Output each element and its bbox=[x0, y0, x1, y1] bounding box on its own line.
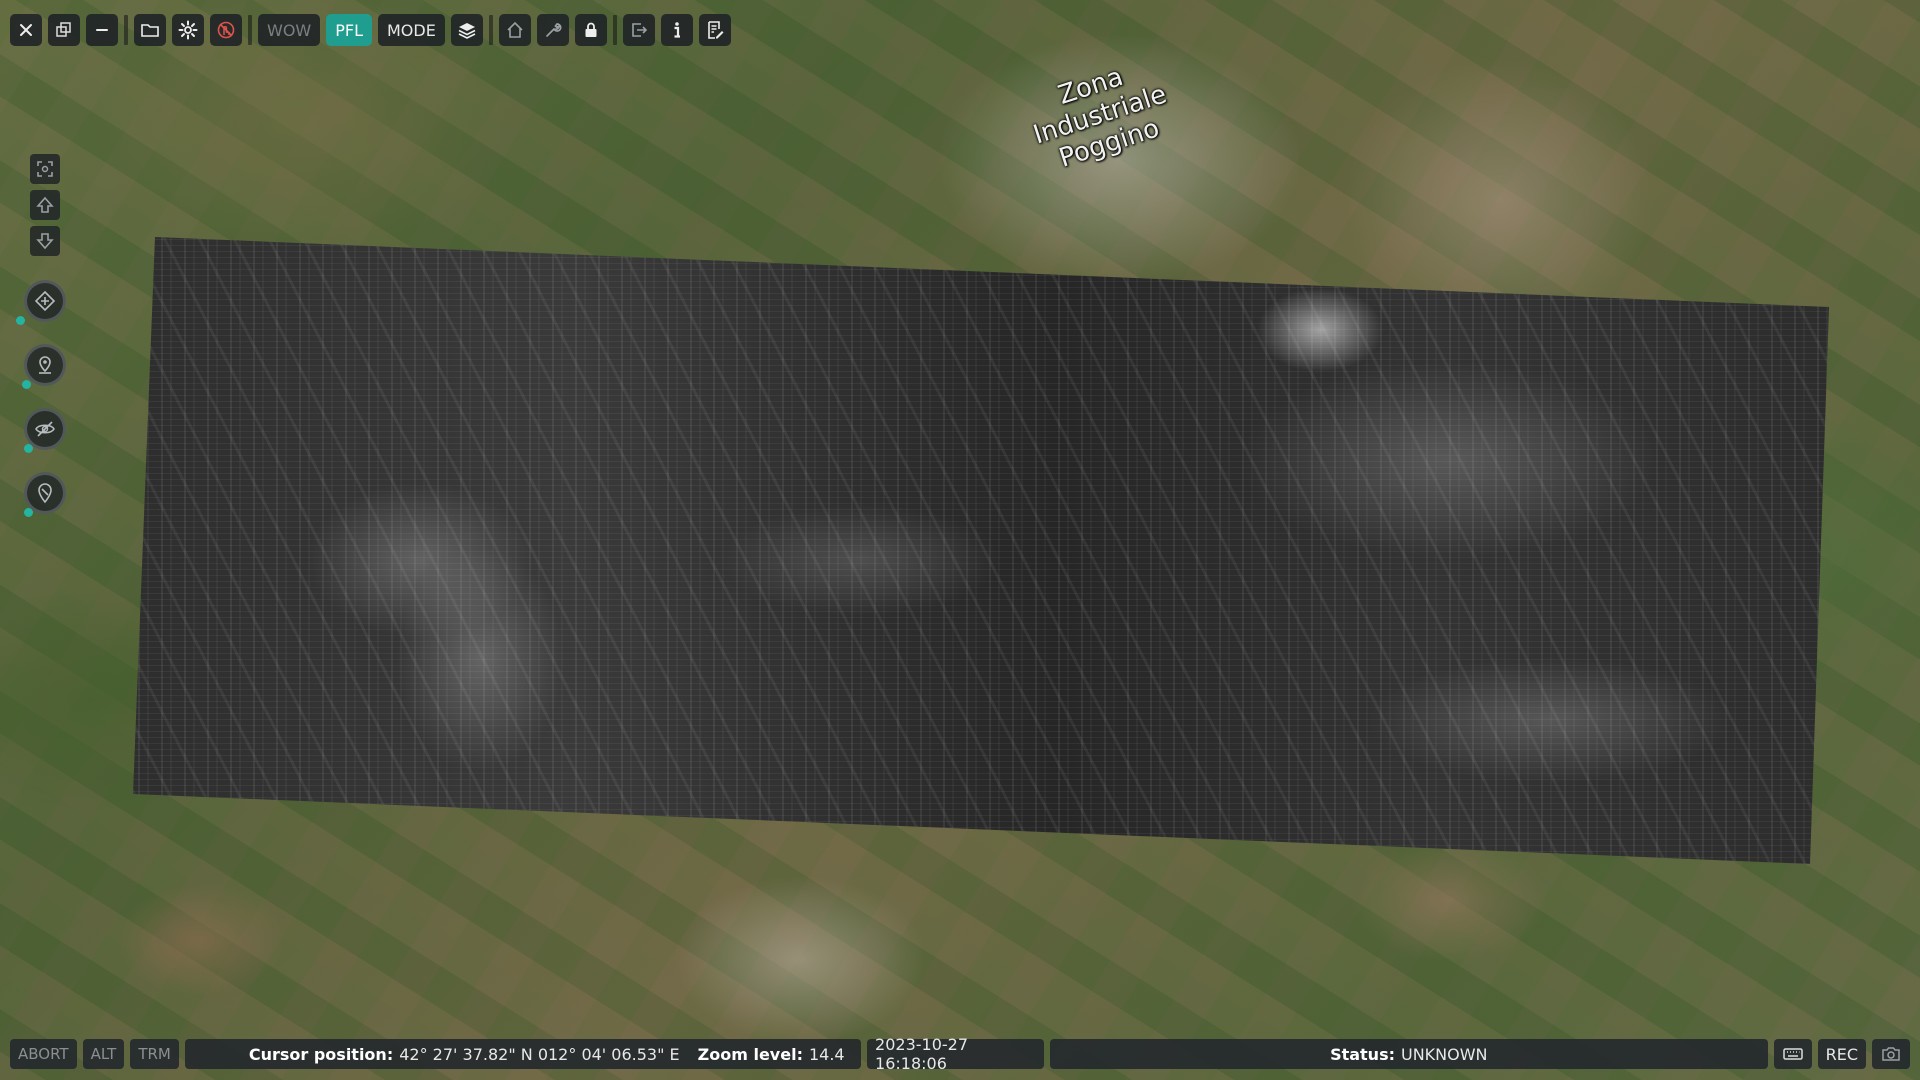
arrow-up-icon bbox=[36, 196, 54, 213]
cursor-zoom-panel: Cursor position: 42° 27' 37.82" N 012° 0… bbox=[184, 1039, 862, 1069]
lock-icon bbox=[585, 22, 597, 37]
task-list-button[interactable] bbox=[698, 14, 731, 46]
close-button[interactable] bbox=[10, 14, 42, 46]
minimize-button[interactable] bbox=[86, 14, 118, 46]
info-icon bbox=[674, 22, 680, 38]
restore-window-button[interactable] bbox=[48, 14, 80, 46]
top-toolbar: WOW PFL MODE bbox=[10, 12, 731, 48]
screenshot-button[interactable] bbox=[1872, 1039, 1910, 1069]
layers-button[interactable] bbox=[450, 14, 483, 46]
close-icon bbox=[20, 24, 32, 36]
pfl-button[interactable]: PFL bbox=[326, 14, 372, 46]
abort-button[interactable]: ABORT bbox=[10, 1039, 77, 1069]
fit-view-button[interactable] bbox=[30, 154, 60, 184]
touch-alert-button[interactable] bbox=[210, 14, 242, 46]
datetime-value: 2023-10-27 16:18:06 bbox=[875, 1035, 969, 1073]
keyboard-button[interactable] bbox=[1773, 1039, 1812, 1069]
toolbar-separator bbox=[124, 15, 128, 45]
minimize-icon bbox=[96, 29, 108, 31]
camera-icon bbox=[1882, 1047, 1900, 1061]
wrench-icon bbox=[545, 23, 562, 37]
status-label: Status: bbox=[1330, 1044, 1395, 1064]
alt-button[interactable]: ALT bbox=[82, 1039, 125, 1069]
datetime-panel: 2023-10-27 16:18:06 bbox=[867, 1035, 1045, 1073]
waypoint-nav-button[interactable] bbox=[24, 280, 66, 322]
keyboard-icon bbox=[1782, 1048, 1803, 1060]
gear-icon bbox=[178, 20, 198, 40]
status-bar: ABORT ALT TRM Cursor position: 42° 27' 3… bbox=[0, 1035, 1920, 1073]
trm-button[interactable]: TRM bbox=[130, 1039, 179, 1069]
drone-target-button[interactable] bbox=[24, 344, 66, 386]
map-place-label: Zona Industriale Poggino bbox=[1000, 44, 1199, 185]
mode-button[interactable]: MODE bbox=[378, 14, 445, 46]
record-button[interactable]: REC bbox=[1817, 1039, 1866, 1069]
drone-target-icon bbox=[39, 356, 51, 374]
cursor-position-label: Cursor position: bbox=[248, 1044, 394, 1064]
tools-button[interactable] bbox=[536, 14, 569, 46]
layers-icon bbox=[458, 23, 476, 39]
open-folder-button[interactable] bbox=[134, 14, 166, 46]
home-button[interactable] bbox=[498, 14, 531, 46]
wow-button[interactable]: WOW bbox=[258, 14, 321, 46]
lock-button[interactable] bbox=[574, 14, 607, 46]
export-button[interactable] bbox=[622, 14, 655, 46]
move-down-button[interactable] bbox=[30, 226, 60, 256]
touch-alert-icon bbox=[217, 21, 235, 39]
info-button[interactable] bbox=[660, 14, 693, 46]
zoom-level-value: 14.4 bbox=[808, 1044, 845, 1064]
zoom-level-label: Zoom level: bbox=[697, 1044, 803, 1064]
home-icon bbox=[507, 21, 523, 38]
folder-icon bbox=[141, 24, 159, 37]
toolbar-separator bbox=[612, 15, 617, 45]
copy-windows-icon bbox=[56, 22, 71, 37]
visibility-status-dot bbox=[24, 444, 33, 453]
settings-button[interactable] bbox=[172, 14, 204, 46]
pin-marker-icon bbox=[38, 483, 52, 504]
drone-status-dot bbox=[22, 380, 31, 389]
waypoint-status-dot bbox=[16, 316, 25, 325]
move-up-button[interactable] bbox=[30, 190, 60, 220]
hidden-eye-icon bbox=[35, 421, 55, 437]
pin-status-dot bbox=[24, 508, 33, 517]
fit-view-icon bbox=[37, 161, 53, 177]
export-icon bbox=[632, 23, 647, 37]
cursor-position-value: 42° 27' 37.82" N 012° 04' 06.53" E bbox=[399, 1044, 680, 1064]
toolbar-separator bbox=[248, 15, 252, 45]
list-edit-icon bbox=[708, 21, 724, 39]
status-value: UNKNOWN bbox=[1401, 1044, 1488, 1064]
toolbar-separator bbox=[488, 15, 493, 45]
waypoint-nav-icon bbox=[34, 290, 56, 312]
system-status-panel: Status: UNKNOWN bbox=[1050, 1039, 1768, 1069]
arrow-down-icon bbox=[36, 233, 54, 250]
